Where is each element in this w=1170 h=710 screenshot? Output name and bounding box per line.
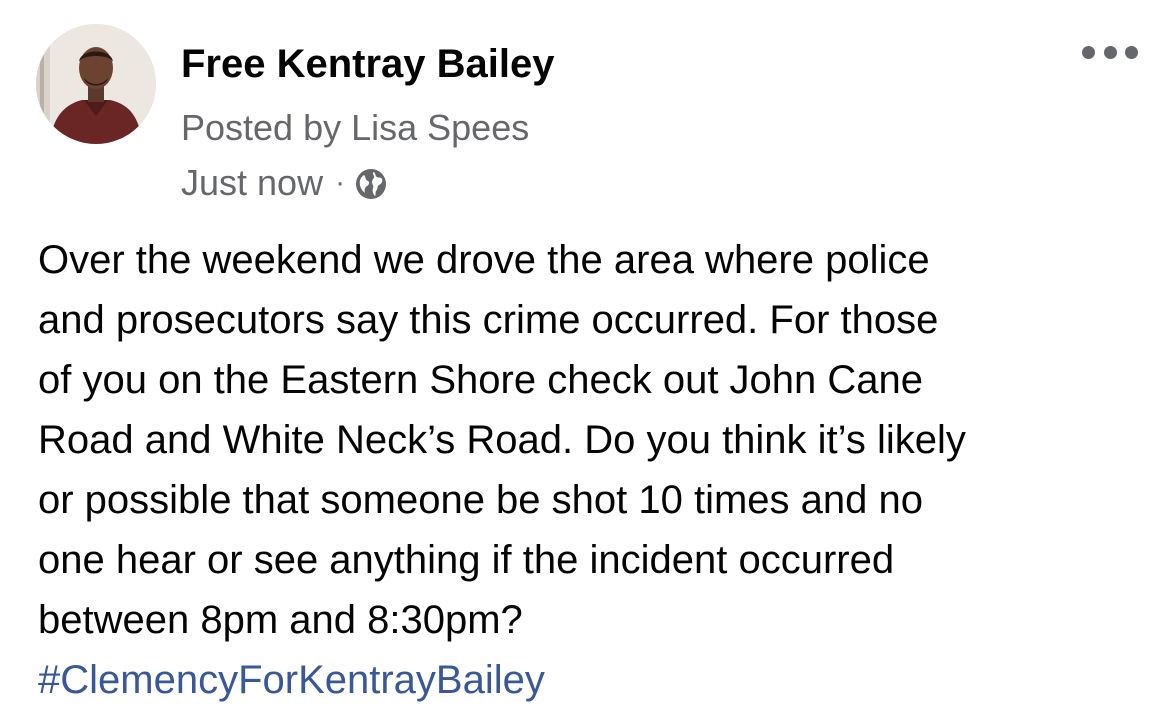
posted-by-label: Posted by Lisa Spees bbox=[181, 107, 530, 148]
post-meta: Just now · bbox=[181, 161, 387, 205]
post-body-line: and prosecutors say this crime occurred.… bbox=[38, 298, 939, 342]
post-body-line: Over the weekend we drove the area where… bbox=[38, 238, 930, 282]
facebook-post: Free Kentray Bailey Posted by Lisa Spees… bbox=[0, 0, 1170, 702]
avatar-photo bbox=[36, 24, 156, 144]
more-options-icon[interactable] bbox=[1082, 38, 1138, 66]
meta-separator: · bbox=[335, 166, 346, 199]
page-name-link[interactable]: Free Kentray Bailey bbox=[181, 40, 555, 88]
hashtag-link[interactable]: #ClemencyForKentrayBailey bbox=[38, 650, 1148, 710]
page-avatar[interactable] bbox=[36, 24, 156, 144]
post-body-line: one hear or see anything if the incident… bbox=[38, 538, 895, 582]
more-dot bbox=[1125, 45, 1138, 59]
more-dot bbox=[1082, 45, 1095, 59]
post-body-line: of you on the Eastern Shore check out Jo… bbox=[38, 358, 924, 402]
post-body: Over the weekend we drove the area where… bbox=[38, 230, 1148, 710]
post-timestamp[interactable]: Just now bbox=[181, 162, 323, 204]
post-body-line: Road and White Neck’s Road. Do you think… bbox=[38, 418, 966, 462]
post-body-line: between 8pm and 8:30pm? bbox=[38, 598, 523, 642]
more-dot bbox=[1103, 45, 1117, 59]
post-body-line: or possible that someone be shot 10 time… bbox=[38, 478, 923, 522]
globe-icon[interactable] bbox=[355, 167, 387, 199]
